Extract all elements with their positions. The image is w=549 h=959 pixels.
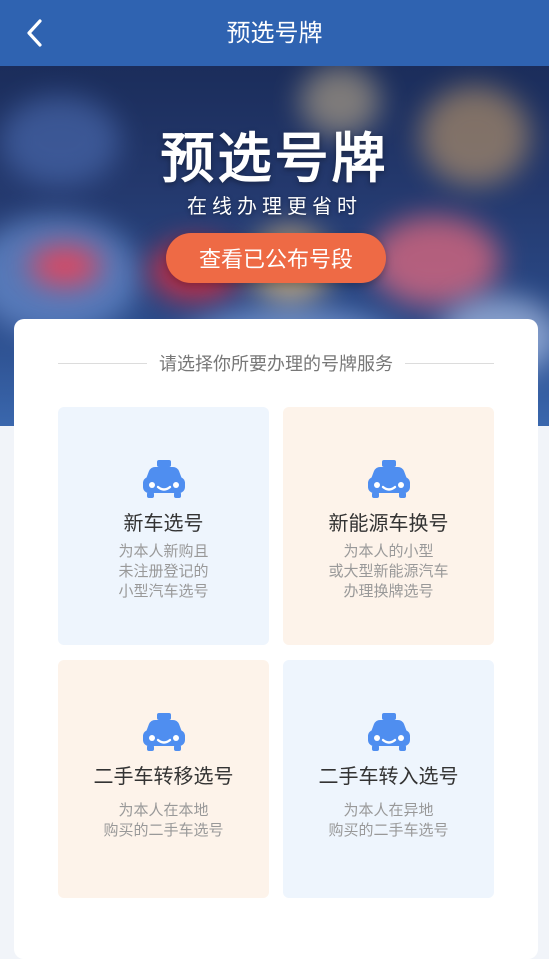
divider-right (405, 362, 494, 364)
divider-left (58, 362, 147, 364)
taxi-car-icon (368, 713, 410, 751)
card-desc-line: 小型汽车选号 (118, 582, 209, 600)
back-button[interactable] (18, 16, 52, 50)
card-description: 为本人的小型 或大型新能源汽车 办理换牌选号 (283, 541, 494, 601)
card-title: 二手车转入选号 (318, 764, 459, 788)
card-desc-line: 未注册登记的 (118, 562, 209, 580)
card-title: 新能源车换号 (328, 511, 449, 535)
card-title: 新车选号 (123, 511, 204, 535)
card-description: 为本人在异地 购买的二手车选号 (283, 800, 494, 840)
card-title: 二手车转移选号 (93, 764, 234, 788)
card-desc-line: 为本人的小型 (343, 542, 434, 560)
card-used-car-transfer-selection[interactable]: 二手车转移选号 为本人在本地 购买的二手车选号 (58, 660, 269, 898)
card-desc-line: 购买的二手车选号 (328, 821, 449, 839)
hero-title: 预选号牌 (160, 127, 389, 190)
card-desc-line: 办理换牌选号 (343, 582, 434, 600)
card-description: 为本人在本地 购买的二手车选号 (58, 800, 269, 840)
taxi-car-icon (143, 460, 185, 498)
view-published-segments-button[interactable]: 查看已公布号段 (166, 233, 386, 283)
card-desc-line: 或大型新能源汽车 (328, 562, 449, 580)
taxi-car-icon (368, 460, 410, 498)
card-desc-line: 购买的二手车选号 (103, 821, 224, 839)
chevron-left-icon (27, 19, 42, 47)
taxi-car-icon (143, 713, 185, 751)
card-desc-line: 为本人在本地 (118, 801, 209, 819)
section-heading-text: 请选择你所要办理的号牌服务 (159, 354, 393, 375)
page-title: 预选号牌 (226, 19, 323, 47)
hero-subtitle: 在线办理更省时 (187, 194, 362, 218)
card-used-car-import-selection[interactable]: 二手车转入选号 为本人在异地 购买的二手车选号 (283, 660, 494, 898)
card-desc-line: 为本人新购且 (118, 542, 209, 560)
service-panel: 请选择你所要办理的号牌服务 新车选号 为本人新购且 未注册登记的 小型汽车选号 (14, 319, 538, 959)
section-heading: 请选择你所要办理的号牌服务 (58, 349, 494, 377)
card-new-car-selection[interactable]: 新车选号 为本人新购且 未注册登记的 小型汽车选号 (58, 407, 269, 645)
card-description: 为本人新购且 未注册登记的 小型汽车选号 (58, 541, 269, 601)
card-desc-line: 为本人在异地 (343, 801, 434, 819)
top-navbar: 预选号牌 (0, 0, 549, 66)
card-new-energy-plate-change[interactable]: 新能源车换号 为本人的小型 或大型新能源汽车 办理换牌选号 (283, 407, 494, 645)
